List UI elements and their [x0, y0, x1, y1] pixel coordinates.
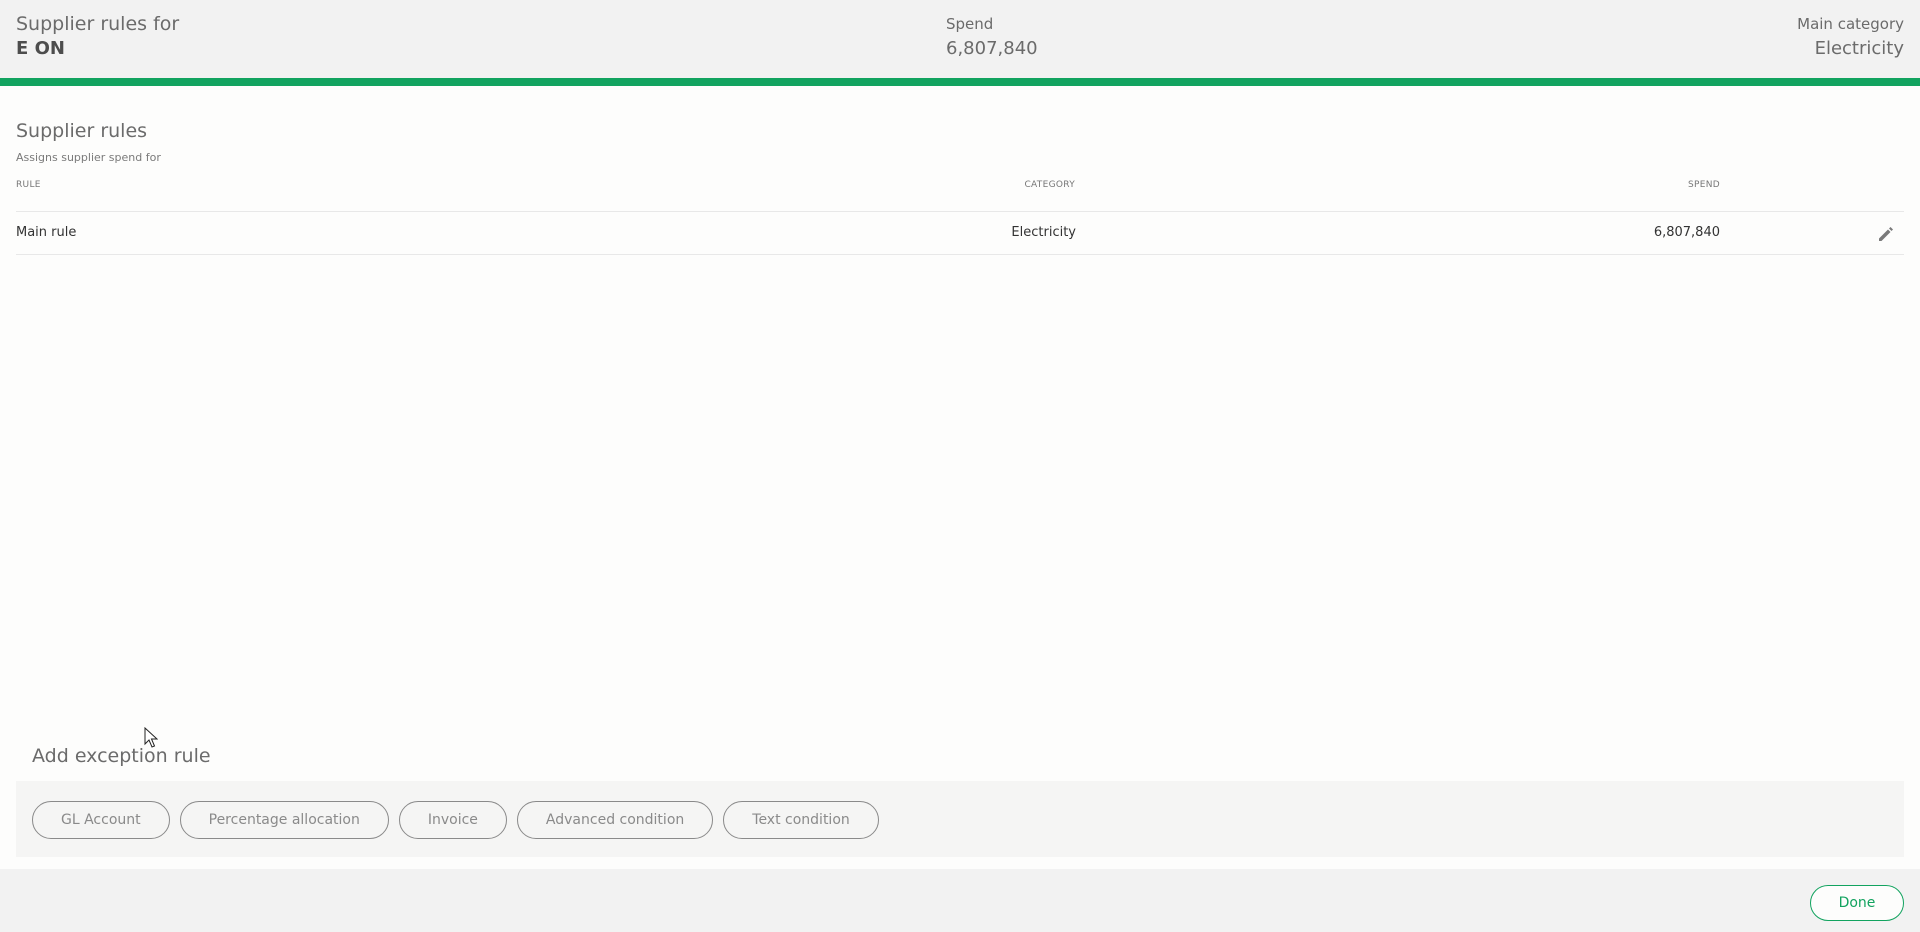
advanced-condition-button[interactable]: Advanced condition — [516, 801, 714, 839]
pencil-icon[interactable] — [1876, 224, 1896, 244]
main-category-value: Electricity — [1814, 38, 1904, 59]
header-title-label: Supplier rules for — [16, 13, 180, 35]
page-header: Supplier rules for E ON Spend 6,807,840 … — [0, 0, 1920, 78]
exception-options-panel: GL Account Percentage allocation Invoice… — [16, 781, 1904, 857]
header-spend: Spend 6,807,840 — [946, 14, 1038, 60]
header-accent-bar — [0, 78, 1920, 86]
spend-value: 6,807,840 — [946, 38, 1038, 59]
exception-option-list: GL Account Percentage allocation Invoice… — [32, 801, 879, 839]
spend-label: Spend — [946, 15, 994, 33]
rule-name: Main rule — [16, 225, 77, 240]
column-header-rule: RULE — [16, 180, 41, 190]
invoice-button[interactable]: Invoice — [398, 801, 507, 839]
rule-category: Electricity — [1011, 225, 1076, 240]
supplier-name: E ON — [16, 38, 65, 59]
add-exception-title: Add exception rule — [32, 745, 211, 767]
main-category-label: Main category — [1797, 15, 1904, 33]
supplier-rules-page: Supplier rules for E ON Spend 6,807,840 … — [0, 0, 1920, 932]
column-header-spend: SPEND — [1688, 180, 1720, 190]
page-footer: Done — [0, 869, 1920, 932]
percentage-allocation-button[interactable]: Percentage allocation — [179, 801, 389, 839]
section-title: Supplier rules — [16, 120, 148, 142]
done-button[interactable]: Done — [1810, 885, 1904, 921]
rule-spend: 6,807,840 — [1653, 225, 1720, 240]
section-subtitle: Assigns supplier spend for — [16, 151, 161, 164]
rules-table-header: RULE CATEGORY SPEND — [16, 180, 1904, 210]
gl-account-button[interactable]: GL Account — [32, 801, 170, 839]
text-condition-button[interactable]: Text condition — [723, 801, 879, 839]
table-row: Main rule Electricity 6,807,840 — [16, 211, 1904, 255]
header-category: Main category Electricity — [1797, 14, 1904, 60]
header-supplier: Supplier rules for E ON — [16, 14, 179, 60]
column-header-category: CATEGORY — [1024, 180, 1075, 190]
